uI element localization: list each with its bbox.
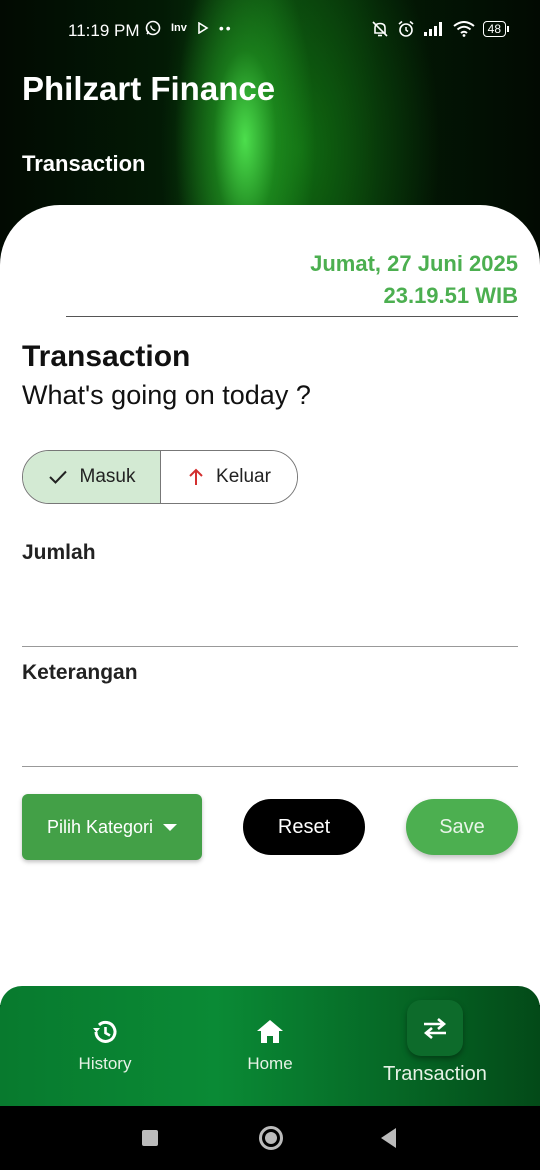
datetime-display: Jumat, 27 Juni 2025 23.19.51 WIB <box>310 248 518 312</box>
check-icon <box>48 470 67 484</box>
status-system-icons: 48 <box>371 20 510 38</box>
signal-icon <box>423 22 442 36</box>
status-time: 11:19 PM <box>68 21 140 40</box>
home-icon <box>257 1020 283 1043</box>
note-label: Keterangan <box>22 661 138 684</box>
wifi-icon <box>453 21 475 37</box>
amount-underline <box>22 646 518 647</box>
category-dropdown-label: Pilih Kategori <box>46 816 154 837</box>
swap-icon <box>423 1018 447 1039</box>
status-notification-icons: Inv •• <box>145 20 233 36</box>
recents-icon[interactable] <box>142 1130 158 1146</box>
category-dropdown[interactable]: Pilih Kategori <box>22 794 202 860</box>
note-input[interactable] <box>22 720 522 762</box>
app-title: Philzart Finance <box>22 70 276 107</box>
dots-icon: •• <box>218 20 233 36</box>
nav-item-transaction[interactable]: Transaction <box>345 986 525 1106</box>
alarm-icon <box>398 20 414 37</box>
whatsapp-icon <box>145 20 161 36</box>
nav-transaction-label: Transaction <box>383 1063 487 1085</box>
mute-bell-icon <box>372 21 388 37</box>
toggle-keluar-label: Keluar <box>216 466 271 487</box>
form-heading: Transaction <box>22 340 191 373</box>
amount-input[interactable] <box>22 600 522 642</box>
nav-home-label: Home <box>247 1054 293 1073</box>
history-icon <box>93 1020 117 1043</box>
datetime-divider <box>66 316 518 317</box>
bottom-nav: History Home Transaction <box>0 986 540 1106</box>
nav-item-history[interactable]: History <box>15 986 195 1106</box>
toggle-masuk-label: Masuk <box>79 466 136 487</box>
amount-label: Jumlah <box>22 541 96 564</box>
type-toggle: Masuk Keluar <box>22 450 298 504</box>
nav-item-home[interactable]: Home <box>180 986 360 1106</box>
form-subheading: What's going on today ? <box>22 380 311 410</box>
note-underline <box>22 766 518 767</box>
arrow-up-icon <box>189 468 203 485</box>
nav-history-label: History <box>78 1054 132 1073</box>
system-nav-bar <box>0 1106 540 1170</box>
save-button[interactable]: Save <box>406 799 518 855</box>
play-icon <box>198 22 209 34</box>
inv-icon: Inv <box>171 22 187 34</box>
status-bar: 11:19 PM Inv •• 48 <box>0 0 540 62</box>
battery-icon: 48 <box>482 21 510 37</box>
toggle-keluar[interactable]: Keluar <box>161 451 297 503</box>
time-text: 23.19.51 WIB <box>383 283 518 308</box>
reset-button[interactable]: Reset <box>243 799 365 855</box>
date-text: Jumat, 27 Juni 2025 <box>310 251 518 276</box>
section-title: Transaction <box>22 151 146 176</box>
caret-down-icon <box>163 823 178 831</box>
back-icon[interactable] <box>381 1128 396 1148</box>
toggle-masuk[interactable]: Masuk <box>23 451 161 503</box>
home-button-icon[interactable] <box>259 1126 283 1150</box>
